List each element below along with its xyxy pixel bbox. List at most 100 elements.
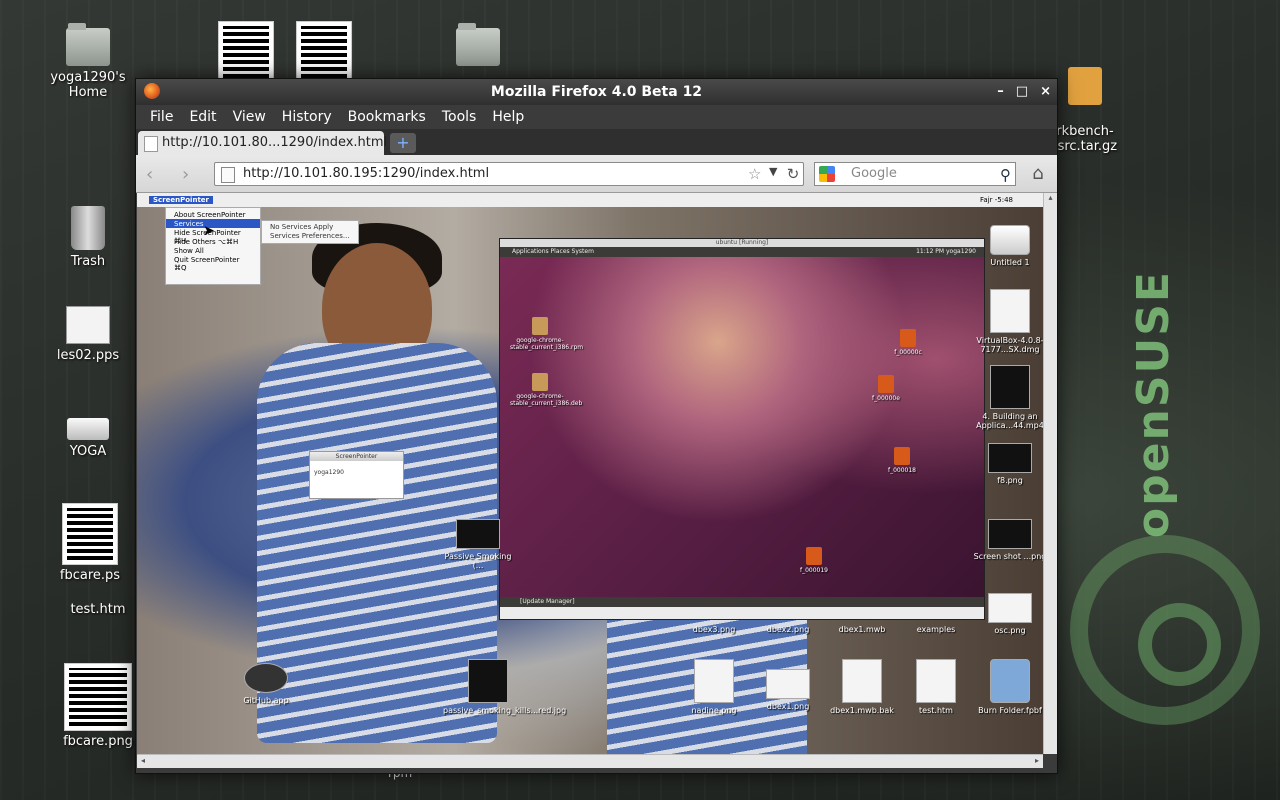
new-tab-button[interactable]: + (390, 133, 416, 153)
disk-image-icon (990, 289, 1030, 333)
image-file-icon (468, 659, 508, 703)
mac-icon-label: osc.png (994, 626, 1026, 635)
menu-help[interactable]: Help (484, 105, 532, 129)
vm-desktop-icon[interactable]: google-chrome-stable_current_i386.deb (510, 373, 582, 407)
desktop-icon-fbcare-ps[interactable]: fbcare.ps (40, 503, 140, 583)
home-button[interactable]: ⌂ (1026, 163, 1050, 185)
vm-icon-label: google-chrome-stable_current_i386.deb (510, 393, 583, 407)
mac-icon-label: 4. Building an Applica...44.mp4 (976, 412, 1043, 430)
bookmark-star-icon[interactable]: ☆ (748, 165, 761, 183)
mac-icon-label: test.htm (919, 706, 953, 715)
mac-icon-label: dbex1.mwb (838, 625, 886, 634)
drive-icon (990, 225, 1030, 255)
url-bar[interactable]: http://10.101.80.195:1290/index.html (214, 162, 804, 186)
desktop-icon-label: test.htm (70, 602, 126, 617)
submenu-item[interactable]: Services Preferences... (270, 232, 350, 241)
menu-item[interactable]: Quit ScreenPointer ⌘Q (166, 255, 260, 272)
virtualbox-window[interactable]: ubuntu [Running] Applications Places Sys… (499, 238, 985, 620)
image-file-icon (694, 659, 734, 703)
vm-title: ubuntu [Running] (500, 239, 984, 247)
mac-menubar: ScreenPointer Fajr -5:48 (137, 193, 1043, 207)
mac-desktop-icon[interactable]: examples (891, 625, 981, 634)
search-icon[interactable]: ⚲ (1000, 164, 1011, 186)
desktop-icon-folder[interactable] (428, 23, 528, 70)
mac-desktop-icon[interactable]: GitHub.app (221, 663, 311, 705)
mac-app-menu[interactable]: ScreenPointer (149, 196, 213, 204)
scroll-right-icon[interactable]: ▸ (1035, 756, 1039, 765)
desktop-icon-home[interactable]: yoga1290's Home (38, 23, 138, 100)
desktop-icon-label: fbcare.ps (59, 568, 121, 583)
horizontal-scrollbar[interactable]: ◂ ▸ (137, 754, 1043, 768)
vertical-scrollbar[interactable]: ▴ (1043, 193, 1057, 754)
image-file-icon (988, 593, 1032, 623)
vm-icon-label: f_00000c (894, 349, 922, 356)
vm-desktop-icon[interactable]: f_00000e (856, 375, 916, 402)
burn-folder-icon (990, 659, 1030, 703)
drive-icon (67, 418, 109, 440)
close-button[interactable]: × (1040, 79, 1051, 105)
desktop-icon-label: fbcare.png (63, 734, 133, 749)
mac-icon-label: Screen shot ...png (973, 552, 1043, 561)
maximize-button[interactable]: □ (1016, 79, 1028, 105)
mac-menubar-status: Fajr -5:48 (980, 196, 1013, 204)
tab-active[interactable]: http://10.101.80...1290/index.html (138, 131, 387, 155)
desktop-icon-qr-1[interactable] (218, 21, 274, 86)
screenpointer-window[interactable]: ScreenPointer yoga1290 (309, 451, 404, 499)
scroll-left-icon[interactable]: ◂ (141, 756, 145, 765)
vm-desktop-icon[interactable]: f_00000c (878, 329, 938, 356)
window-titlebar[interactable]: Mozilla Firefox 4.0 Beta 12 – □ × (136, 79, 1057, 105)
virtualbox-statusbar (500, 607, 984, 619)
menu-history[interactable]: History (274, 105, 340, 129)
vm-desktop-icon[interactable]: f_000019 (784, 547, 844, 574)
desktop-icon-les02[interactable]: les02.pps (38, 306, 138, 363)
search-input[interactable]: Google ⚲ (814, 162, 1016, 186)
mac-desktop-icon[interactable]: 4. Building an Applica...44.mp4 (965, 365, 1043, 430)
mac-icon-label: dbex1.mwb.bak (830, 706, 894, 715)
mac-desktop-icon[interactable]: Burn Folder.fpbf (965, 659, 1043, 715)
page-viewport[interactable]: ScreenPointer Fajr -5:48 About ScreenPoi… (137, 193, 1043, 754)
desktop-icon-trash[interactable]: Trash (38, 206, 138, 269)
menu-bookmarks[interactable]: Bookmarks (340, 105, 434, 129)
google-icon[interactable] (819, 166, 835, 182)
menu-view[interactable]: View (225, 105, 274, 129)
desktop-icon-label: YOGA (69, 444, 107, 459)
desktop-icon-fbcare-png[interactable]: fbcare.png (48, 663, 148, 749)
package-icon (1068, 67, 1102, 105)
mac-icon-label: nadine.png (691, 706, 737, 715)
navigation-toolbar: ‹ › http://10.101.80.195:1290/index.html… (136, 155, 1057, 193)
qr-code-icon (218, 21, 274, 83)
mac-icon-label: VirtualBox-4.0.8-7177...SX.dmg (976, 336, 1043, 354)
trash-icon (71, 206, 105, 250)
mac-desktop-icon[interactable]: passive_smoking_kills...red.jpg (443, 659, 566, 715)
tab-bar: http://10.101.80...1290/index.html + (136, 129, 1057, 155)
ubuntu-desktop: google-chrome-stable_current_i386.rpm go… (500, 257, 984, 597)
url-dropdown-icon[interactable]: ▼ (769, 165, 777, 178)
desktop-icon-qr-2[interactable] (296, 21, 352, 86)
mac-desktop-icon[interactable]: f8.png (965, 443, 1043, 485)
back-button[interactable]: ‹ (146, 164, 153, 185)
minimize-button[interactable]: – (997, 79, 1004, 105)
home-folder-icon (66, 23, 110, 66)
forward-button[interactable]: › (182, 164, 189, 185)
mac-desktop-icon[interactable]: Untitled 1 (965, 215, 1043, 267)
firefox-logo-icon (144, 83, 160, 99)
vm-desktop-icon[interactable]: f_000018 (872, 447, 932, 474)
menu-edit[interactable]: Edit (181, 105, 224, 129)
mouse-cursor-icon: ➤ (203, 223, 215, 239)
mac-desktop-icon[interactable]: Screen shot ...png (965, 519, 1043, 561)
mac-icon-label: f8.png (997, 476, 1023, 485)
desktop-icon-yoga[interactable]: YOGA (38, 404, 138, 459)
ubuntu-panel-menu[interactable]: Applications Places System (512, 248, 594, 255)
mac-desktop-icon[interactable]: Passive Smoking (... (443, 519, 513, 570)
menu-item[interactable]: About ScreenPointer (166, 210, 260, 219)
reload-button[interactable]: ↻ (782, 163, 804, 185)
menu-tools[interactable]: Tools (434, 105, 485, 129)
ubuntu-taskbar[interactable]: [Update Manager] (500, 597, 984, 607)
menu-file[interactable]: File (142, 105, 181, 129)
presentation-file-icon (66, 306, 110, 344)
mac-desktop-icon[interactable]: VirtualBox-4.0.8-7177...SX.dmg (965, 289, 1043, 354)
menubar: File Edit View History Bookmarks Tools H… (136, 105, 1057, 129)
desktop-icon-test-htm[interactable]: test.htm (48, 602, 148, 617)
vm-desktop-icon[interactable]: google-chrome-stable_current_i386.rpm (510, 317, 583, 351)
menu-item[interactable]: Show All (166, 246, 260, 255)
